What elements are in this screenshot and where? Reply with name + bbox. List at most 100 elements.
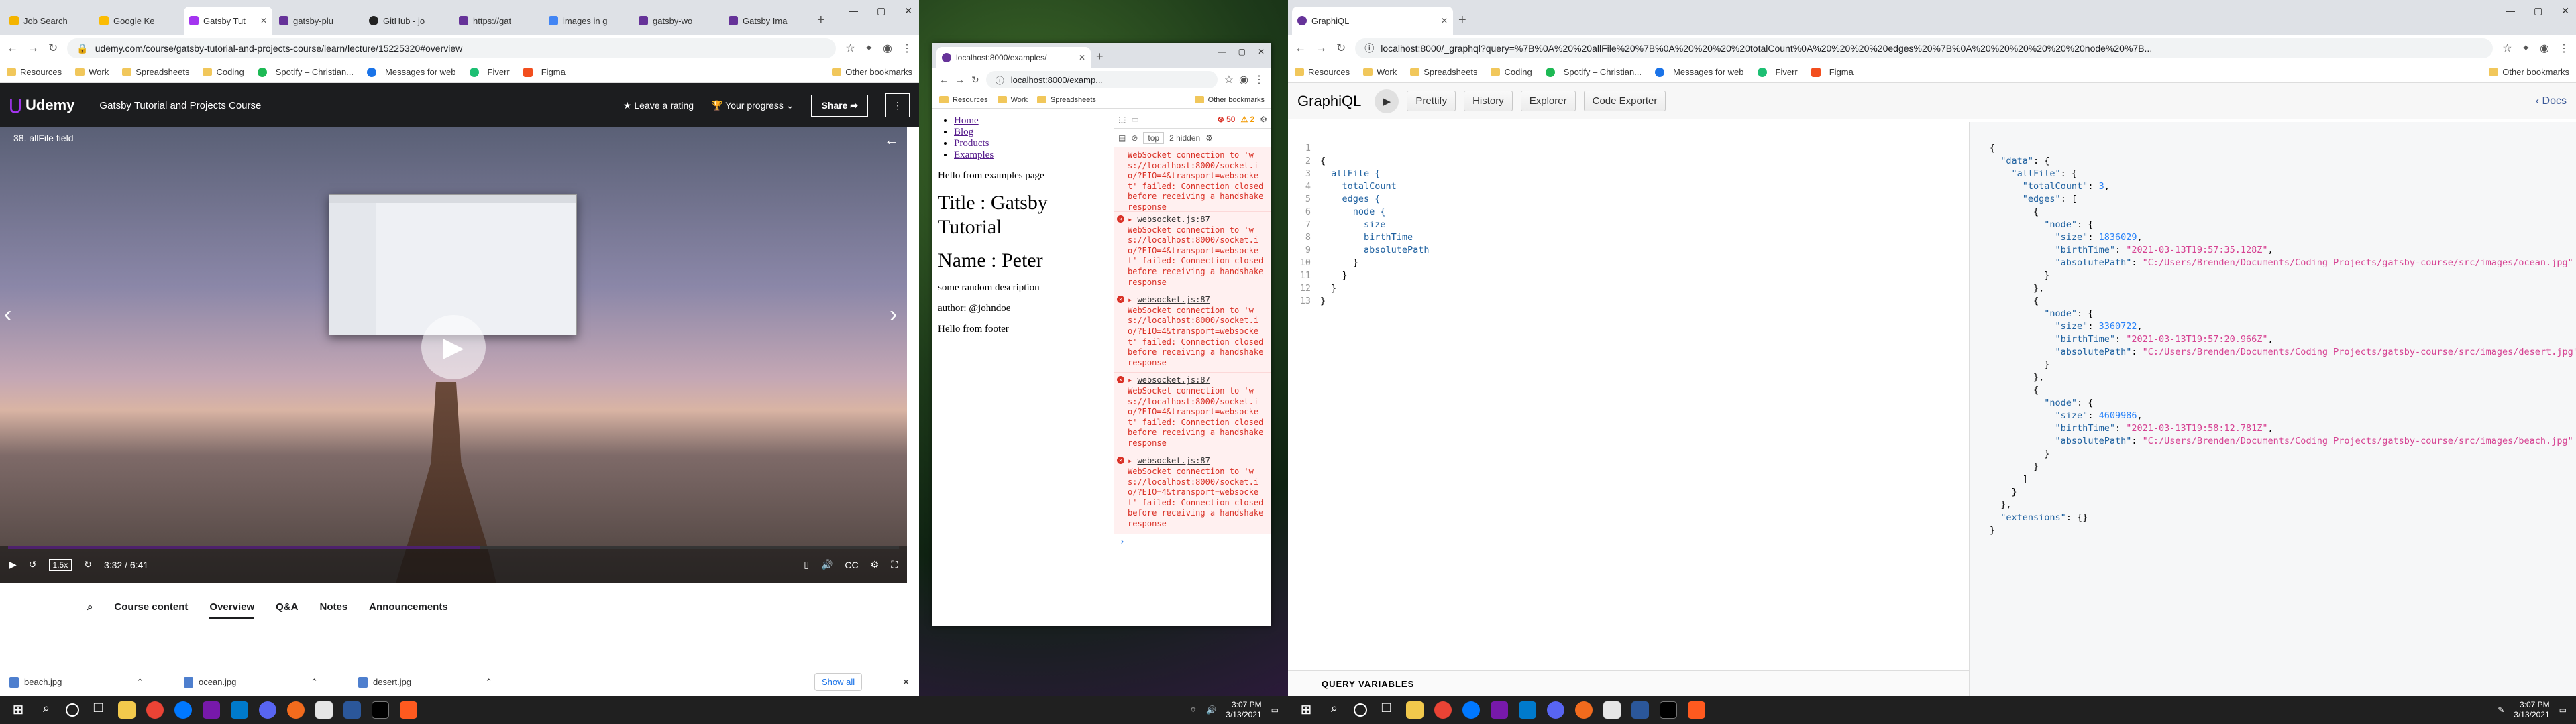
onenote-icon[interactable] [1491, 701, 1508, 719]
forward-icon[interactable]: → [28, 42, 39, 55]
tab-course-content[interactable]: Course content [114, 601, 188, 613]
back-icon[interactable]: ← [7, 42, 18, 55]
your-progress-button[interactable]: 🏆 Your progress ⌄ [711, 100, 794, 111]
context-select[interactable]: top [1143, 131, 1165, 144]
docs-button[interactable]: ‹ Docs [2525, 82, 2567, 119]
clock[interactable]: 3:07 PM 3/13/2021 [1226, 700, 1261, 720]
inspect-icon[interactable]: ⬚ [1118, 115, 1126, 124]
rewind-icon[interactable]: ↺ [29, 559, 37, 570]
sidebar-toggle-icon[interactable]: ▤ [1118, 133, 1126, 143]
history-button[interactable]: History [1464, 90, 1513, 111]
browser-tab[interactable]: Gatsby Ima [723, 7, 812, 35]
bookmark-item[interactable]: Figma [1811, 67, 1854, 77]
error-source-link[interactable]: websocket.js:87 [1137, 295, 1210, 304]
bookmark-item[interactable]: Spotify – Christian... [257, 67, 354, 77]
tab-notes[interactable]: Notes [319, 601, 347, 613]
notepad-icon[interactable] [315, 701, 333, 719]
new-tab-icon[interactable]: + [817, 13, 825, 28]
maximize-icon[interactable]: ▢ [2534, 5, 2542, 17]
captions-icon[interactable]: CC [845, 560, 858, 570]
console-error[interactable]: ✕ ▸ websocket.js:87 WebSocket connection … [1114, 373, 1271, 454]
profile-icon[interactable]: ◉ [1239, 73, 1248, 86]
app-icon[interactable] [343, 701, 361, 719]
search-icon[interactable]: ⌕ [38, 701, 55, 719]
close-window-icon[interactable]: ✕ [1258, 47, 1265, 56]
bookmark-item[interactable]: Messages for web [1655, 67, 1744, 77]
udemy-logo[interactable]: ⋃ Udemy [9, 97, 74, 114]
chrome-icon[interactable] [1434, 701, 1452, 719]
extensions-icon[interactable]: ✦ [865, 42, 873, 55]
file-explorer-icon[interactable] [118, 701, 136, 719]
address-bar[interactable]: 🔒 udemy.com/course/gatsby-tutorial-and-pr… [67, 38, 837, 58]
fullscreen-icon[interactable]: ⛶ [891, 559, 898, 570]
browser-tab[interactable]: gatsby-wo [633, 7, 722, 35]
reload-icon[interactable]: ↻ [48, 42, 58, 55]
star-icon[interactable]: ☆ [845, 42, 855, 55]
vscode-icon[interactable] [1519, 701, 1536, 719]
browser-tab[interactable]: https://gat [453, 7, 542, 35]
share-button[interactable]: Share ➦ [811, 94, 868, 117]
minimize-icon[interactable]: — [1218, 47, 1226, 56]
nav-link-blog[interactable]: Blog [954, 127, 973, 137]
error-source-link[interactable]: websocket.js:87 [1137, 456, 1210, 465]
file-explorer-icon[interactable] [1406, 701, 1424, 719]
close-tab-icon[interactable]: ✕ [1441, 16, 1448, 25]
bookmark-item[interactable]: Spreadsheets [122, 67, 189, 77]
terminal-icon[interactable] [1660, 701, 1677, 719]
next-lecture-icon[interactable]: › [885, 302, 901, 328]
bookmark-item[interactable]: Spreadsheets [1037, 96, 1096, 104]
nav-link-home[interactable]: Home [954, 115, 979, 126]
profile-icon[interactable]: ◉ [2540, 42, 2549, 55]
discord-icon[interactable] [259, 701, 276, 719]
bookmark-item[interactable]: Coding [203, 67, 244, 77]
forward-icon[interactable]: → [955, 74, 965, 85]
search-icon[interactable]: ⌕ [87, 601, 93, 613]
bookmark-item[interactable]: Spotify – Christian... [1545, 67, 1642, 77]
bookmark-item[interactable]: Figma [523, 67, 566, 77]
bookmark-item[interactable]: Spreadsheets [1410, 67, 1477, 77]
cortana-icon[interactable] [1354, 703, 1367, 717]
notifications-icon[interactable]: ▭ [2559, 705, 2567, 715]
device-toolbar-icon[interactable]: ▭ [1131, 115, 1138, 124]
close-downloads-icon[interactable]: ✕ [902, 677, 910, 688]
network-icon[interactable]: ⌔ [1189, 705, 1197, 715]
task-view-icon[interactable]: ❐ [90, 701, 107, 719]
clock[interactable]: 3:07 PM 3/13/2021 [2514, 700, 2549, 720]
download-item[interactable]: desert.jpg ⌃ [358, 676, 492, 688]
notifications-icon[interactable]: ▭ [1271, 705, 1279, 715]
browser-tab-active[interactable]: Gatsby Tut ✕ [184, 7, 272, 35]
bookmark-item[interactable]: Work [1363, 67, 1397, 77]
browser-tab[interactable]: gatsby-plu [274, 7, 362, 35]
minimize-icon[interactable]: — [849, 5, 858, 17]
other-bookmarks[interactable]: Other bookmarks [1194, 96, 1265, 104]
notepad-icon[interactable] [1603, 701, 1621, 719]
query-editor[interactable]: 1 2 3 4 5 6 7 8 9 10 11 12 13 { allFile { totalCount… [1288, 122, 1969, 696]
query-variables-header[interactable]: QUERY VARIABLES [1288, 670, 1969, 696]
vscode-icon[interactable] [231, 701, 248, 719]
postman-icon[interactable] [1575, 701, 1593, 719]
back-icon[interactable]: ← [939, 74, 949, 85]
volume-icon[interactable]: 🔊 [821, 559, 833, 570]
close-tab-icon[interactable]: ✕ [260, 16, 267, 25]
menu-icon[interactable]: ⋮ [902, 42, 912, 55]
browser-tab-active[interactable]: GraphiQL ✕ [1292, 7, 1453, 35]
console-error[interactable]: ✕ ▸ websocket.js:87 WebSocket connection … [1114, 292, 1271, 373]
console-error[interactable]: ✕ ▸ websocket.js:87 WebSocket connection … [1114, 212, 1271, 293]
close-window-icon[interactable]: ✕ [904, 5, 912, 17]
chevron-up-icon[interactable]: ⌃ [311, 677, 318, 688]
reload-icon[interactable]: ↻ [971, 74, 979, 86]
play-icon[interactable]: ▶ [9, 559, 17, 570]
show-all-button[interactable]: Show all [814, 673, 863, 691]
star-icon[interactable]: ☆ [1224, 73, 1234, 86]
maximize-icon[interactable]: ▢ [1238, 47, 1246, 56]
nav-link-products[interactable]: Products [954, 138, 989, 149]
execute-query-button[interactable]: ▶ [1375, 88, 1399, 113]
postman-icon[interactable] [287, 701, 305, 719]
code-exporter-button[interactable]: Code Exporter [1583, 90, 1666, 111]
nav-link-examples[interactable]: Examples [954, 149, 994, 160]
bookmark-item[interactable]: Coding [1491, 67, 1532, 77]
profile-icon[interactable]: ◉ [883, 42, 892, 55]
other-bookmarks[interactable]: Other bookmarks [2489, 67, 2569, 77]
prettify-button[interactable]: Prettify [1407, 90, 1456, 111]
volume-icon[interactable]: 🔊 [1206, 705, 1216, 715]
